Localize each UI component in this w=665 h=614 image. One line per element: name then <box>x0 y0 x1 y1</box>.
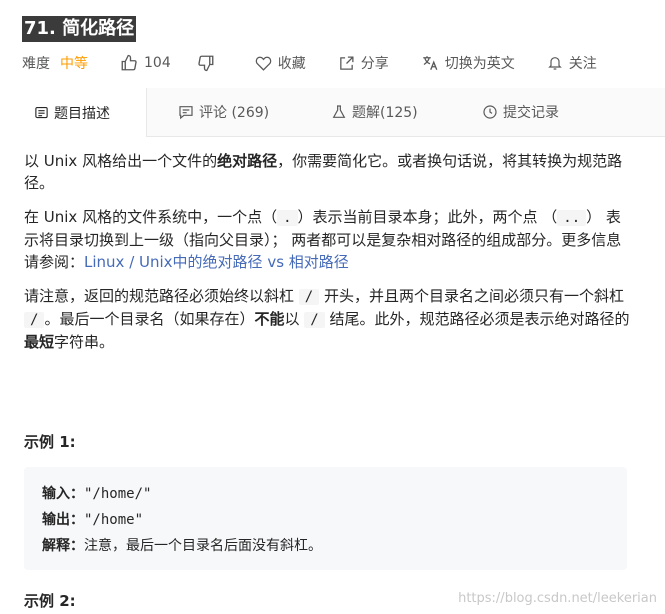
tab-bar: 题目描述 评论 (269) 题解(125) 提交记录 <box>0 88 665 137</box>
favorite-label: 收藏 <box>277 56 306 72</box>
inline-code: .. <box>557 210 587 226</box>
tab-comments[interactable]: 评论 (269) <box>178 88 269 136</box>
share-icon <box>339 55 354 70</box>
clock-icon <box>483 105 497 119</box>
translate-icon <box>422 56 438 71</box>
share-label: 分享 <box>360 56 389 72</box>
tab-solutions-label: 题解(125) <box>352 105 418 121</box>
like-count: 104 <box>144 55 171 71</box>
difficulty-value: 中等 <box>60 56 88 72</box>
heart-icon <box>255 56 272 71</box>
desc-bold-absolute-path: 绝对路径 <box>217 152 278 170</box>
example-1-box: 输入："/home/" 输出："/home" 解释：注意，最后一个目录名后面没有… <box>24 467 627 570</box>
desc-text: 以 Unix 风格给出一个文件的 <box>24 152 218 170</box>
desc-text: 结尾。此外，规范路径必须是表示绝对路径的 <box>324 310 630 328</box>
favorite-button[interactable]: 收藏 <box>255 53 306 73</box>
tab-submissions-label: 提交记录 <box>503 105 559 121</box>
desc-text: ）表示当前目录本身；此外，两个点 （ <box>297 208 558 226</box>
example-explain-label: 解释： <box>42 538 84 554</box>
desc-text: 以 <box>284 310 305 328</box>
desc-text: 在 Unix 风格的文件系统中，一个点（ <box>24 208 278 226</box>
desc-text: 。最后一个目录名（如果存在） <box>44 310 255 328</box>
problem-description: 以 Unix 风格给出一个文件的绝对路径，你需要简化它。或者换句话说，将其转换为… <box>24 150 634 365</box>
follow-button[interactable]: 关注 <box>547 53 597 73</box>
dislike-button[interactable] <box>197 54 215 72</box>
example-output-value: "/home" <box>84 512 144 528</box>
example-1-title: 示例 1: <box>24 433 76 451</box>
description-paragraph-1: 以 Unix 风格给出一个文件的绝对路径，你需要简化它。或者换句话说，将其转换为… <box>24 150 634 194</box>
watermark: https://blog.csdn.net/leekerian <box>458 591 657 606</box>
example-input-label: 输入： <box>42 486 84 502</box>
desc-bold-cannot: 不能 <box>254 310 285 328</box>
inline-code: . <box>277 210 298 226</box>
difficulty: 难度 中等 <box>22 53 88 73</box>
translate-button[interactable]: 切换为英文 <box>421 53 515 73</box>
translate-label: 切换为英文 <box>444 56 515 72</box>
document-icon <box>35 106 48 119</box>
difficulty-label: 难度 <box>22 56 50 72</box>
like-button[interactable]: 104 <box>120 54 171 72</box>
tab-description[interactable]: 题目描述 <box>0 88 147 137</box>
comment-icon <box>179 106 193 120</box>
example-explain-value: 注意，最后一个目录名后面没有斜杠。 <box>84 538 322 554</box>
example-input-value: "/home/" <box>84 486 152 502</box>
tab-submissions[interactable]: 提交记录 <box>482 88 559 136</box>
follow-label: 关注 <box>568 56 597 72</box>
tab-description-label: 题目描述 <box>54 105 110 122</box>
example-2-title: 示例 2: <box>24 592 76 610</box>
desc-text: 请注意，返回的规范路径必须始终以斜杠 <box>24 287 299 305</box>
desc-bold-shortest: 最短 <box>24 333 55 351</box>
tab-comments-label: 评论 (269) <box>199 105 270 121</box>
description-paragraph-3: 请注意，返回的规范路径必须始终以斜杠 / 开头，并且两个目录名之间必须只有一个斜… <box>24 285 634 353</box>
reference-link[interactable]: Linux / Unix中的绝对路径 vs 相对路径 <box>84 253 349 271</box>
example-output-line: 输出："/home" <box>42 507 322 533</box>
desc-text: 开头，并且两个目录名之间必须只有一个斜杠 <box>319 287 624 305</box>
bell-icon <box>547 57 562 70</box>
inline-code: / <box>298 289 320 305</box>
problem-title: 71. 简化路径 <box>22 16 137 42</box>
example-input-line: 输入："/home/" <box>42 481 322 507</box>
desc-text: 字符串。 <box>54 333 115 351</box>
share-button[interactable]: 分享 <box>338 53 389 73</box>
problem-title-row: 71. 简化路径 <box>22 16 137 42</box>
example-explain-line: 解释：注意，最后一个目录名后面没有斜杠。 <box>42 533 322 559</box>
example-output-label: 输出： <box>42 512 84 528</box>
thumbs-down-icon <box>198 55 214 72</box>
tab-solutions[interactable]: 题解(125) <box>331 88 418 136</box>
problem-meta-bar: 难度 中等 104 收藏 分享 切换为英文 关注 <box>22 52 597 74</box>
inline-code: / <box>304 312 325 328</box>
description-paragraph-2: 在 Unix 风格的文件系统中，一个点（. ）表示当前目录本身；此外，两个点 （.… <box>24 206 634 273</box>
thumbs-up-icon <box>121 54 137 71</box>
inline-code: / <box>24 312 45 328</box>
flask-icon <box>332 105 346 118</box>
